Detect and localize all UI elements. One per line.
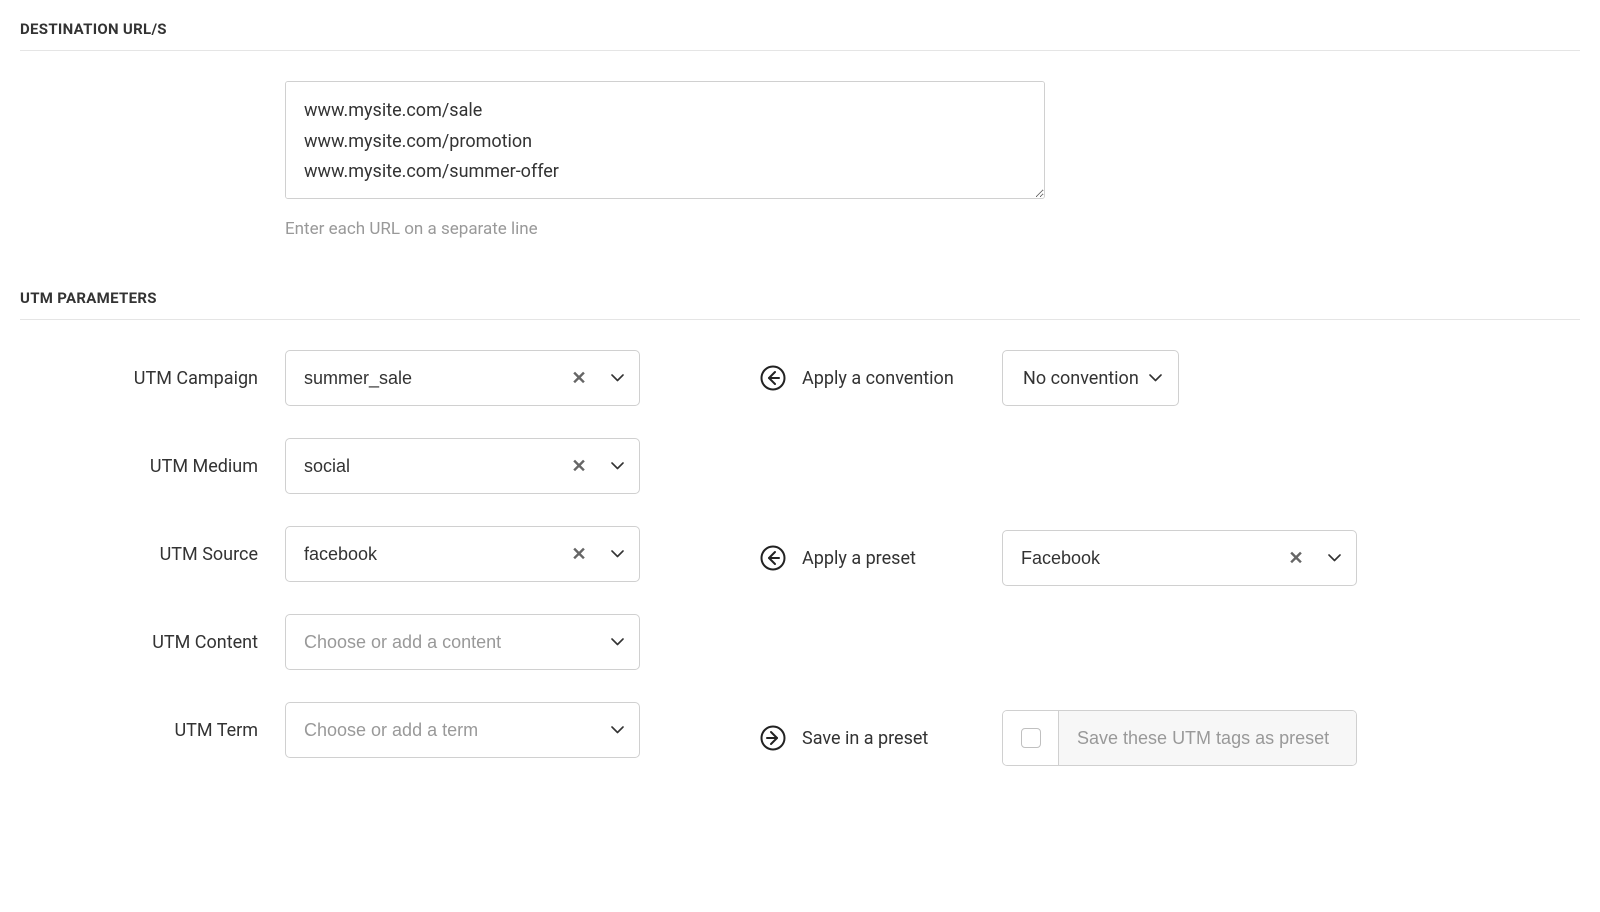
- utm-source-label: UTM Source: [20, 544, 285, 565]
- save-preset-checkbox[interactable]: [1021, 728, 1041, 748]
- chevron-down-icon[interactable]: [595, 726, 639, 734]
- destination-helper-text: Enter each URL on a separate line: [285, 219, 1045, 239]
- utm-campaign-label: UTM Campaign: [20, 368, 285, 389]
- chevron-down-icon[interactable]: [595, 462, 639, 470]
- chevron-down-icon[interactable]: [595, 550, 639, 558]
- preset-input[interactable]: [1003, 548, 1280, 569]
- clear-icon[interactable]: ✕: [563, 544, 595, 565]
- convention-value: No convention: [1023, 368, 1139, 389]
- clear-icon[interactable]: ✕: [563, 456, 595, 477]
- utm-term-row: UTM Term: [20, 702, 640, 758]
- utm-campaign-input[interactable]: [286, 351, 563, 405]
- utm-term-input[interactable]: [286, 703, 595, 757]
- utm-source-combo[interactable]: ✕: [285, 526, 640, 582]
- arrow-left-circle-icon: [760, 545, 786, 571]
- utm-medium-label: UTM Medium: [20, 456, 285, 477]
- save-preset-label: Save in a preset: [802, 728, 982, 749]
- chevron-down-icon[interactable]: [1312, 554, 1356, 562]
- utm-source-row: UTM Source ✕: [20, 526, 640, 582]
- utm-term-combo[interactable]: [285, 702, 640, 758]
- spacer: [760, 438, 1580, 530]
- apply-convention-row: Apply a convention No convention: [760, 350, 1580, 406]
- spacer: [760, 618, 1580, 710]
- utm-medium-row: UTM Medium ✕: [20, 438, 640, 494]
- utm-content-input[interactable]: [286, 615, 595, 669]
- destination-section: DESTINATION URL/S Enter each URL on a se…: [20, 20, 1580, 239]
- utm-content-label: UTM Content: [20, 632, 285, 653]
- utm-campaign-combo[interactable]: ✕: [285, 350, 640, 406]
- apply-convention-label: Apply a convention: [802, 368, 982, 389]
- destination-title: DESTINATION URL/S: [20, 20, 1580, 51]
- clear-icon[interactable]: ✕: [563, 368, 595, 389]
- save-preset-row: Save in a preset: [760, 710, 1580, 766]
- utm-source-input[interactable]: [286, 527, 563, 581]
- utm-medium-combo[interactable]: ✕: [285, 438, 640, 494]
- utm-fields-column: UTM Campaign ✕ UTM Medium ✕: [20, 350, 640, 798]
- save-preset-name-input[interactable]: [1059, 711, 1356, 765]
- apply-preset-label: Apply a preset: [802, 548, 982, 569]
- destination-textarea-wrapper: Enter each URL on a separate line: [285, 81, 1045, 239]
- utm-title: UTM PARAMETERS: [20, 289, 1580, 320]
- arrow-right-circle-icon: [760, 725, 786, 751]
- destination-urls-input[interactable]: [285, 81, 1045, 199]
- utm-section: UTM PARAMETERS UTM Campaign ✕ UTM Medium: [20, 289, 1580, 798]
- apply-preset-row: Apply a preset ✕: [760, 530, 1580, 586]
- utm-content-row: UTM Content: [20, 614, 640, 670]
- clear-icon[interactable]: ✕: [1280, 548, 1312, 569]
- utm-medium-input[interactable]: [286, 439, 563, 493]
- chevron-down-icon[interactable]: [595, 638, 639, 646]
- arrow-left-circle-icon: [760, 365, 786, 391]
- utm-campaign-row: UTM Campaign ✕: [20, 350, 640, 406]
- chevron-down-icon: [1149, 374, 1162, 382]
- save-preset-checkbox-wrap: [1003, 711, 1059, 765]
- utm-term-label: UTM Term: [20, 720, 285, 741]
- save-preset-group: [1002, 710, 1357, 766]
- preset-combo[interactable]: ✕: [1002, 530, 1357, 586]
- utm-content-combo[interactable]: [285, 614, 640, 670]
- chevron-down-icon[interactable]: [595, 374, 639, 382]
- convention-select[interactable]: No convention: [1002, 350, 1179, 406]
- utm-actions-column: Apply a convention No convention Apply a…: [760, 350, 1580, 798]
